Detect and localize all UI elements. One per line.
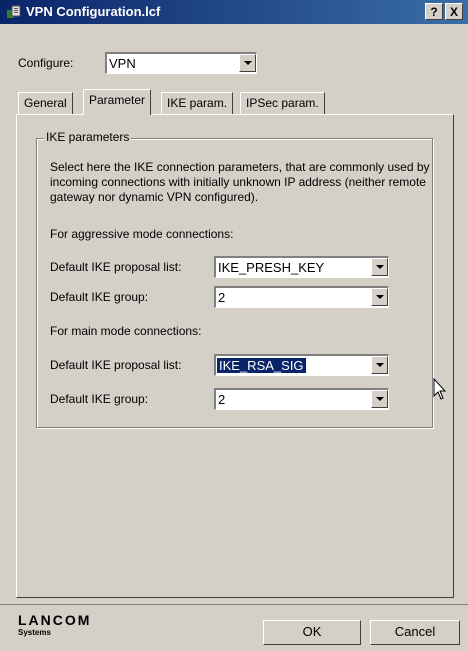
main-proposal-value: IKE_RSA_SIG: [217, 358, 306, 373]
configure-select[interactable]: VPN: [105, 52, 257, 74]
main-proposal-label: Default IKE proposal list:: [50, 358, 182, 372]
chevron-down-icon[interactable]: [371, 258, 388, 276]
title-bar: VPN Configuration.lcf ? X: [0, 0, 468, 24]
help-button[interactable]: ?: [425, 3, 443, 20]
main-group-value: 2: [218, 392, 226, 407]
tab-ipsec-param-label: IPSec param.: [246, 96, 319, 110]
aggressive-proposal-value: IKE_PRESH_KEY: [218, 260, 325, 275]
logo-name: LANCOM: [18, 612, 92, 628]
chevron-down-icon[interactable]: [371, 356, 388, 374]
cancel-button[interactable]: Cancel: [370, 620, 460, 645]
aggressive-proposal-select[interactable]: IKE_PRESH_KEY: [214, 256, 389, 278]
configure-label: Configure:: [18, 56, 74, 70]
footer-separator: [0, 604, 468, 605]
tab-ipsec-param[interactable]: IPSec param.: [240, 92, 325, 114]
ok-button[interactable]: OK: [263, 620, 361, 645]
tab-parameter[interactable]: Parameter: [83, 89, 152, 115]
window-title: VPN Configuration.lcf: [26, 4, 161, 19]
tab-parameter-label: Parameter: [89, 93, 146, 107]
group-legend: IKE parameters: [44, 130, 132, 144]
chevron-down-icon[interactable]: [239, 54, 256, 72]
aggressive-group-label: Default IKE group:: [50, 290, 149, 304]
description-text: Select here the IKE connection parameter…: [50, 160, 430, 204]
lancom-logo: LANCOM Systems: [18, 612, 91, 637]
main-group-select[interactable]: 2: [214, 388, 389, 410]
chevron-down-icon[interactable]: [371, 390, 388, 408]
chevron-down-icon[interactable]: [371, 288, 388, 306]
vpn-config-icon: [7, 5, 21, 18]
main-group-label: Default IKE group:: [50, 392, 149, 406]
aggressive-proposal-label: Default IKE proposal list:: [50, 260, 182, 274]
logo-subtitle: Systems: [18, 628, 51, 637]
main-proposal-select[interactable]: IKE_RSA_SIG: [214, 354, 389, 376]
aggressive-heading: For aggressive mode connections:: [50, 227, 234, 241]
tab-ike-param[interactable]: IKE param.: [161, 92, 234, 114]
mouse-cursor-icon: [433, 378, 447, 400]
aggressive-group-value: 2: [218, 290, 226, 305]
main-heading: For main mode connections:: [50, 324, 202, 338]
tab-general[interactable]: General: [18, 92, 73, 114]
tab-general-label: General: [24, 96, 67, 110]
tab-ike-param-label: IKE param.: [167, 96, 228, 110]
configure-value: VPN: [109, 56, 136, 71]
aggressive-group-select[interactable]: 2: [214, 286, 389, 308]
close-button[interactable]: X: [445, 3, 463, 20]
